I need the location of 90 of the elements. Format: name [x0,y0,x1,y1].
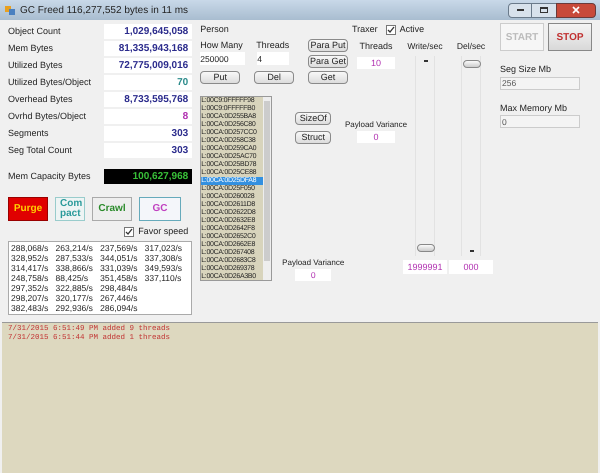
button[interactable]: Para Get [308,54,348,68]
rate-cell-text: 320,177/s [56,292,94,302]
how-many-field[interactable]: 250000 [200,52,246,65]
checkbox-label: Favor speed [138,225,188,238]
action-button[interactable]: GC [139,197,181,221]
threads-field: 10 [357,57,395,69]
stat-label: Segments [8,126,50,140]
field-label: Seg Size Mb [500,63,552,76]
rate-cell-text: 337,308/s [144,252,183,262]
field-label: Payload Variance [282,256,344,268]
rate-cell-text: 248,758/s [11,272,50,282]
slider-thumb[interactable] [463,60,481,68]
checkmark-icon [386,26,395,34]
stat-label: Seg Total Count [8,144,73,157]
rate-cell-text: 267,446/s [100,292,138,302]
setting-field[interactable]: 256 [500,76,580,90]
slider-label: Write/sec [407,40,443,52]
stat-label: Mem Capacity Bytes [8,170,92,183]
rate-cell-text: 338,866/s [56,262,94,272]
stat-label: Ovrhd Bytes/Object [8,110,88,123]
minimize-button[interactable] [508,2,532,18]
field-label: Max Memory Mb [500,102,568,115]
rate-cell-text: 331,039/s [100,262,138,272]
stat-value: 100,627,968 [132,170,188,182]
button[interactable]: Del [254,70,294,84]
minimize-icon [516,9,524,11]
rate-cell-text: 322,885/s [56,282,94,292]
stat-value: 1,029,645,058 [124,26,188,38]
action-button[interactable]: Crawl [92,197,132,221]
stop-button[interactable]: STOP [548,23,592,51]
threads-field[interactable]: 4 [257,52,290,65]
window-title: GC Freed 116,277,552 bytes in 11 ms [20,4,188,18]
field-label: Payload Variance [344,119,408,131]
stat-value: 81,335,943,168 [118,42,188,54]
stat-label: Utilized Bytes/Object [8,76,92,89]
checkbox[interactable] [386,24,396,35]
button[interactable]: Struct [295,130,332,144]
checkbox-label: Active [400,23,424,36]
stat-value: 72,775,009,016 [118,60,188,72]
field-label: Threads [256,38,290,52]
scrollbar[interactable] [263,96,272,280]
rate-cell-text: 298,207/s [11,292,50,302]
payload-variance-field: 0 [295,268,332,280]
rate-cell-text: 292,936/s [56,302,94,312]
group-title: Traxer [352,23,378,36]
setting-field[interactable]: 0 [500,115,580,128]
maximize-icon [540,7,548,13]
rate-cell-text: 382,483/s [11,302,50,312]
rate-cell-text: 287,533/s [56,252,94,262]
button[interactable]: Get [308,70,348,84]
button[interactable]: SizeOf [295,112,332,124]
rate-cell-text: 349,593/s [144,262,183,272]
checkmark-icon [125,228,134,236]
close-icon [572,6,580,14]
rate-cell-text: 351,458/s [100,272,138,282]
group-title: Person [200,23,230,36]
reading-field: 000 [449,260,493,274]
stat-value: 70 [177,76,188,88]
stat-value: 8 [182,110,188,122]
rate-cell-text: 317,023/s [144,242,183,252]
rate-cell-text: 344,051/s [100,252,138,262]
field-label: How Many [200,38,244,52]
rate-cell-text: 88,425/s [56,272,90,282]
rate-cell-text: 298,484/s [100,282,138,292]
stat-label: Object Count [8,24,62,38]
field-label: Threads [359,40,393,52]
stat-label: Overhead Bytes [8,92,74,106]
rate-cell-text: 288,068/s [11,242,50,252]
rate-cell-text: 328,952/s [11,252,50,262]
rate-cell-text: 297,352/s [11,282,50,292]
button[interactable]: Put [200,70,240,84]
stat-label: Utilized Bytes [8,58,64,72]
rate-cell-text: 337,110/s [144,272,182,282]
button[interactable]: Para Put [308,38,348,52]
stat-label: Mem Bytes [8,42,54,55]
stat-value: 303 [172,144,188,156]
stat-value: 303 [172,128,188,140]
payload-variance-field: 0 [357,131,395,143]
reading-field: 1999991 [403,260,447,274]
stat-value: 8,733,595,768 [124,94,188,106]
app-icon [4,4,16,16]
checkbox[interactable] [124,226,134,237]
rate-cell-text: 237,569/s [100,242,138,252]
slider-label: Del/sec [456,40,486,52]
maximize-button[interactable] [532,2,556,18]
slider-thumb[interactable] [417,244,435,252]
close-button[interactable] [556,2,596,18]
rate-cell-text: 314,417/s [11,262,50,272]
rate-cell-text: 286,094/s [100,302,138,312]
rate-cell-text: 263,214/s [56,242,94,252]
